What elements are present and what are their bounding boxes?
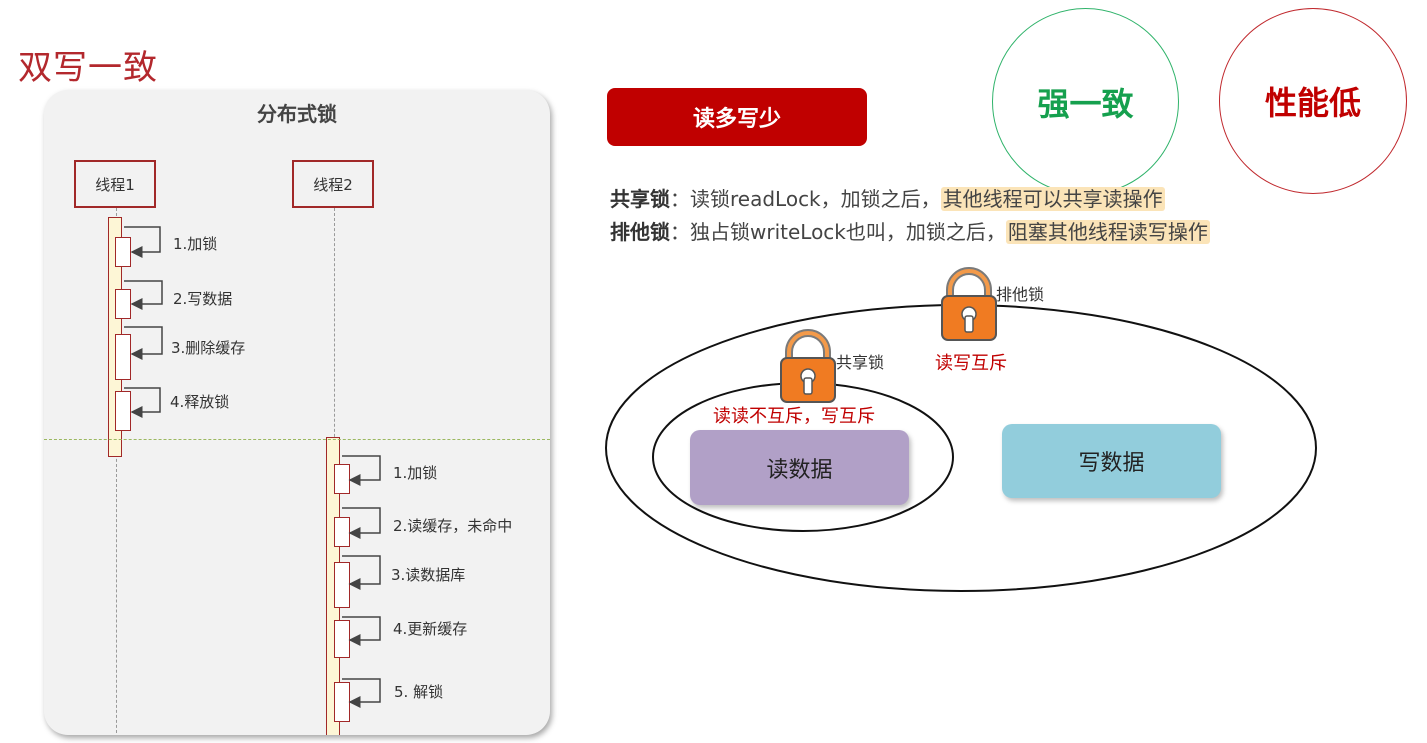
read-data-box: 读数据: [690, 430, 909, 505]
shared-lock-note: 读读不互斥，写互斥: [713, 406, 875, 427]
exclusive-lock-icon: [941, 267, 997, 341]
lock-scope-diagram: [605, 267, 1317, 592]
shared-lock-label: 共享锁: [836, 353, 885, 372]
exclusive-lock-label: 排他锁: [996, 285, 1045, 304]
shared-lock-icon: [780, 329, 836, 403]
write-data-box: 写数据: [1002, 424, 1221, 498]
exclusive-lock-note: 读写互斥: [935, 353, 1007, 374]
